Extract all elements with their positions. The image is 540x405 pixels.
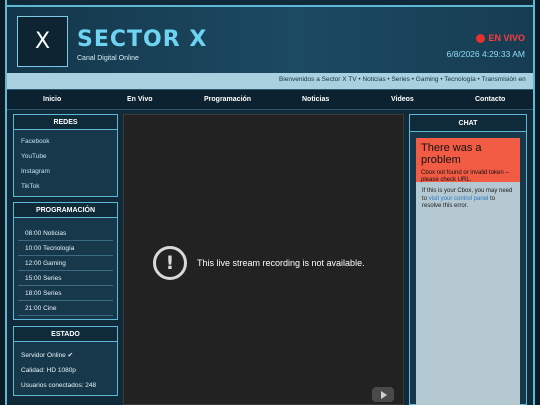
site-subtitle: Canal Digital Online bbox=[77, 55, 139, 62]
video-error: ! This live stream recording is not avai… bbox=[153, 246, 365, 280]
chat-error-desc: Cbox not found or invalid token – please… bbox=[421, 170, 509, 183]
live-label: EN VIVO bbox=[488, 33, 525, 43]
youtube-play-icon[interactable] bbox=[372, 387, 394, 402]
warning-circle-icon: ! bbox=[153, 246, 187, 280]
chat-error-title: There was a problem bbox=[421, 142, 482, 166]
main-nav: Inicio En Vivo Programación Noticias Vid… bbox=[7, 89, 533, 110]
site-header: X SECTOR X Canal Digital Online EN VIVO … bbox=[7, 5, 533, 73]
site-title: SECTOR X bbox=[77, 27, 208, 52]
nav-item-videos[interactable]: Videos bbox=[391, 96, 414, 103]
schedule-item: 10:00 Tecnología bbox=[18, 241, 113, 256]
schedule-item: 15:00 Series bbox=[18, 271, 113, 286]
estado-title: ESTADO bbox=[14, 327, 117, 342]
chat-error-box: There was a problem Cbox not found or in… bbox=[416, 138, 520, 183]
video-error-message: This live stream recording is not availa… bbox=[197, 258, 365, 268]
programacion-title: PROGRAMACIÓN bbox=[14, 203, 117, 218]
status-server: Servidor Online ✔ bbox=[21, 352, 74, 359]
schedule-item: 21:00 Cine bbox=[18, 301, 113, 316]
current-datetime: 6/8/2026 4:29:33 AM bbox=[446, 49, 525, 59]
link-tiktok[interactable]: TikTok bbox=[14, 179, 117, 194]
live-indicator: EN VIVO bbox=[476, 33, 525, 43]
nav-item-noticias[interactable]: Noticias bbox=[302, 96, 329, 103]
logo-x-icon[interactable]: X bbox=[17, 16, 68, 67]
programacion-panel: PROGRAMACIÓN 08:00 Noticias 10:00 Tecnol… bbox=[13, 202, 118, 320]
status-users: Usuarios conectados: 248 bbox=[21, 382, 97, 389]
status-quality: Calidad: HD 1080p bbox=[21, 367, 76, 374]
schedule-item: 12:00 Gaming bbox=[18, 256, 113, 271]
nav-item-contacto[interactable]: Contacto bbox=[475, 96, 505, 103]
redes-panel: REDES Facebook YouTube Instagram TikTok bbox=[13, 114, 118, 197]
ticker-text: Bienvenidos a Sector X TV • Noticias • S… bbox=[279, 76, 526, 83]
nav-item-en-vivo[interactable]: En Vivo bbox=[127, 96, 153, 103]
live-dot-icon bbox=[476, 33, 486, 43]
redes-title: REDES bbox=[14, 115, 117, 130]
link-instagram[interactable]: Instagram bbox=[14, 164, 117, 179]
link-youtube[interactable]: YouTube bbox=[14, 149, 117, 164]
chat-embed: There was a problem Cbox not found or in… bbox=[416, 138, 520, 405]
chat-info-text: If this is your Cbox, you may need to vi… bbox=[422, 188, 516, 211]
nav-item-inicio[interactable]: Inicio bbox=[43, 96, 61, 103]
chat-panel: CHAT There was a problem Cbox not found … bbox=[409, 114, 527, 405]
link-facebook[interactable]: Facebook bbox=[14, 134, 117, 149]
page-frame: X SECTOR X Canal Digital Online EN VIVO … bbox=[5, 0, 535, 405]
estado-panel: ESTADO Servidor Online ✔ Calidad: HD 108… bbox=[13, 326, 118, 396]
nav-item-programacion[interactable]: Programación bbox=[204, 96, 251, 103]
chat-title: CHAT bbox=[410, 115, 526, 132]
schedule-item: 08:00 Noticias bbox=[18, 226, 113, 241]
schedule-item: 18:00 Series bbox=[18, 286, 113, 301]
news-ticker: Bienvenidos a Sector X TV • Noticias • S… bbox=[7, 73, 533, 89]
video-player[interactable]: ! This live stream recording is not avai… bbox=[123, 114, 404, 405]
control-panel-link[interactable]: visit your control panel bbox=[429, 196, 489, 202]
